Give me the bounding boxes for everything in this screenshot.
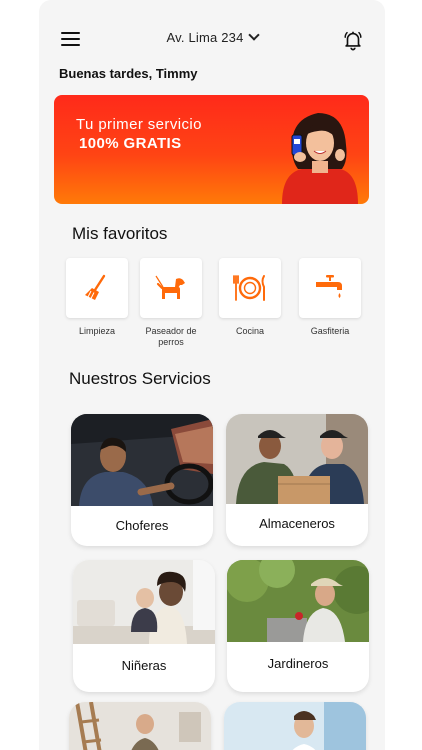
favorite-gasfiteria[interactable]: Gasfiteria [299,258,361,337]
favorite-tile [219,258,281,318]
service-card-partial-1[interactable] [69,702,211,750]
plate-icon [233,275,265,301]
promo-line-2: 100% GRATIS [79,135,182,152]
service-card-partial-2[interactable] [224,702,366,750]
greeting-text: Buenas tardes, Timmy [59,66,198,81]
service-photo-partial-2 [224,702,366,750]
favorite-label: Cocina [235,326,264,336]
favorite-label: Gasfiteria [310,326,350,336]
favorite-label: Limpieza [78,326,116,336]
favorite-limpieza[interactable]: Limpieza [66,258,128,337]
service-label: Choferes [115,518,169,533]
address-selector[interactable]: Av. Lima 234 [39,29,385,45]
service-label: Jardineros [267,656,329,671]
app-screen: Av. Lima 234 Buenas tardes, Timmy Tu pri… [39,0,385,750]
favorite-cocina[interactable]: Cocina [219,258,281,337]
service-card-jardineros[interactable]: Jardineros [227,560,369,692]
faucet-icon [316,275,342,298]
promo-banner[interactable]: Tu primer servicio 100% GRATIS [54,95,369,204]
top-bar: Av. Lima 234 [39,26,385,54]
services-title: Nuestros Servicios [69,369,211,388]
service-label: Niñeras [121,658,167,673]
favorites-title: Mis favoritos [72,224,168,243]
chevron-down-icon [247,29,260,41]
service-card-choferes[interactable]: Choferes [71,414,213,546]
service-card-nineras[interactable]: Niñeras [73,560,215,692]
chofer-photo [71,414,213,506]
ninera-photo [73,560,215,644]
promo-person-image [282,113,358,204]
almacenero-photo [226,414,368,504]
favorite-paseador-de-perros[interactable]: Paseador de perros [140,258,202,348]
broom-icon [85,274,106,300]
favorite-tile [140,258,202,318]
dog-icon [155,275,185,299]
service-label: Almaceneros [259,516,335,531]
promo-line-1: Tu primer servicio [76,116,202,133]
jardinero-photo [227,560,369,642]
service-card-almaceneros[interactable]: Almaceneros [226,414,368,546]
favorite-tile [66,258,128,318]
address-text: Av. Lima 234 [166,30,244,45]
service-photo-partial-1 [69,702,211,750]
promo-text: Tu primer servicio 100% GRATIS [76,115,202,153]
favorite-label: Paseador de perros [145,326,197,347]
favorite-tile [299,258,361,318]
bell-icon[interactable] [342,29,364,51]
